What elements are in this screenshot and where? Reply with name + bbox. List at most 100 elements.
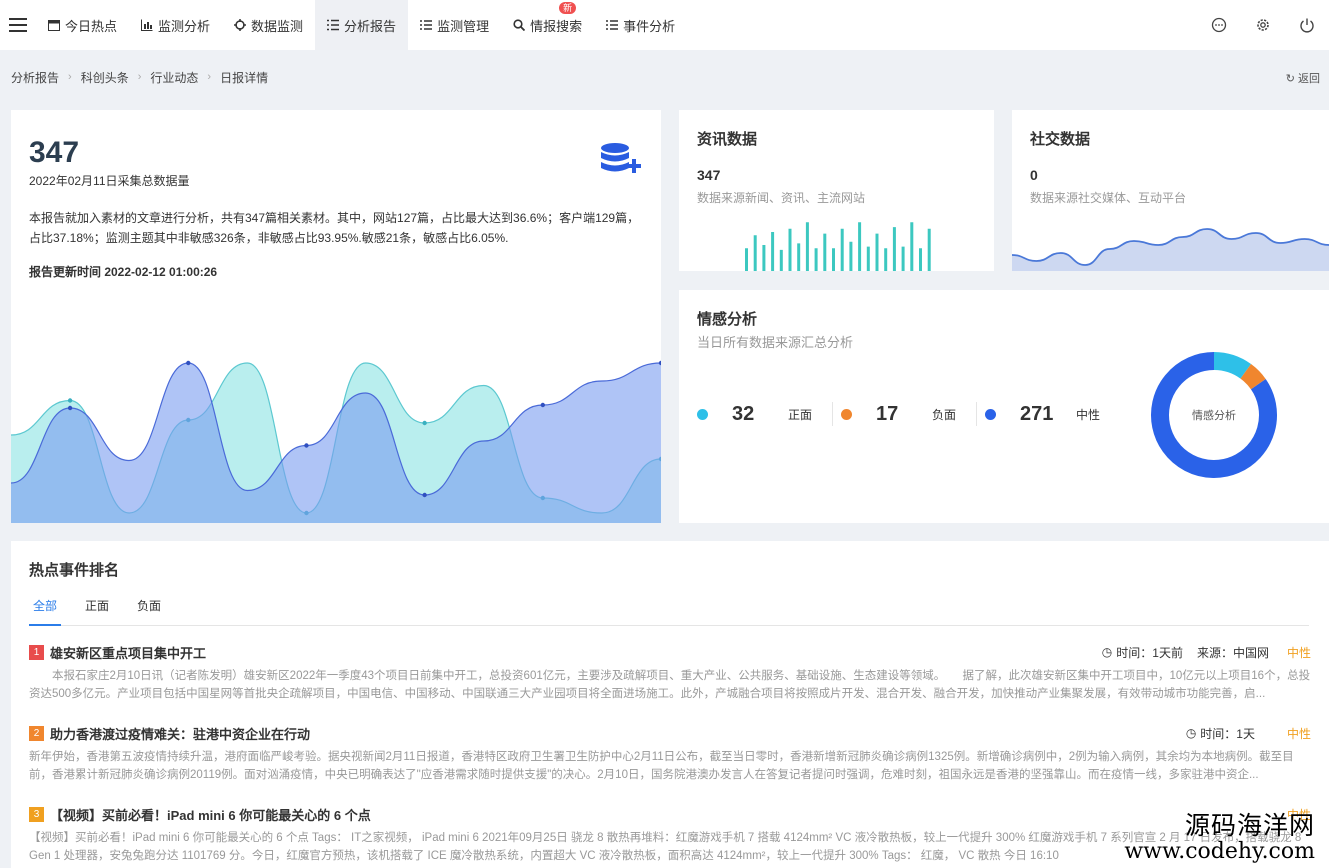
nav-label: 监测分析 — [158, 18, 211, 34]
watermark: 源码海洋网 www.codehy.com — [1124, 812, 1315, 864]
nav-item-monitor-manage[interactable]: 监测管理 — [408, 0, 501, 50]
emotion-subtitle: 当日所有数据来源汇总分析 — [697, 335, 854, 350]
hot-tabs: 全部 正面 负面 — [29, 597, 1309, 626]
news-count: 347 — [697, 167, 721, 183]
event-summary: 【视频】买前必看！iPad mini 6 你可能最关心的 6 个点 Tags： … — [29, 832, 1302, 862]
social-count: 0 — [1030, 167, 1038, 183]
emotion-legend: 32 正面 17 负面 271 中性 — [697, 402, 1120, 426]
bar — [814, 248, 818, 271]
nav-item-data-monitor[interactable]: 数据监测 — [222, 0, 315, 50]
rank-badge: 2 — [29, 725, 44, 741]
breadcrumb-item[interactable]: 科创头条 — [81, 69, 129, 86]
tab-positive[interactable]: 正面 — [81, 597, 113, 626]
nav-label: 今日热点 — [65, 18, 118, 34]
total-count: 347 — [29, 136, 80, 169]
bar — [771, 232, 775, 271]
chat-icon[interactable] — [1197, 17, 1241, 33]
overview-area-chart — [11, 360, 661, 523]
breadcrumb-item[interactable]: 分析报告 — [11, 69, 59, 86]
event-source: 来源：中国网 — [1196, 645, 1269, 660]
breadcrumb: 分析报告 › 科创头条 › 行业动态 › 日报详情 ↻ 返回 — [0, 60, 1329, 94]
breadcrumb-item[interactable]: 行业动态 — [150, 69, 198, 86]
data-point — [67, 405, 73, 411]
search-icon — [513, 19, 526, 31]
emotion-donut-chart: 情感分析 — [1151, 352, 1277, 478]
event-time: 时间：1天前 — [1116, 645, 1183, 660]
list-item: 1 雄安新区重点项目集中开工 ◷ 时间：1天前 来源：中国网 中性 本报石家庄2… — [29, 643, 1311, 703]
nav-label: 情报搜索 — [530, 18, 583, 34]
event-title[interactable]: 助力香港渡过疫情难关：驻港中资企业在行动 — [50, 724, 310, 743]
bar — [823, 233, 827, 271]
top-nav: 今日热点 监测分析 数据监测 分析报告 监测管理 情报搜索 新 事件分析 — [0, 0, 1329, 50]
event-title[interactable]: 雄安新区重点项目集中开工 — [50, 643, 206, 662]
menu-toggle-icon[interactable] — [0, 0, 36, 50]
refresh-icon: ↻ — [1285, 73, 1298, 85]
nav-item-today-hot[interactable]: 今日热点 — [36, 0, 129, 50]
rank-badge: 3 — [29, 806, 44, 822]
event-meta: ◷ 时间：1天前 来源：中国网 中性 — [1102, 643, 1311, 661]
watermark-url: www.codehy.com — [1124, 838, 1315, 864]
nav-label: 监测管理 — [437, 18, 490, 34]
social-area-chart — [1012, 228, 1329, 271]
donut-slice-正面 — [1213, 352, 1252, 379]
list-item: 3 【视频】买前必看！iPad mini 6 你可能最关心的 6 个点 中性 【… — [29, 805, 1311, 865]
list-item: 2 助力香港渡过疫情难关：驻港中资企业在行动 ◷ 时间：1天 中性 新年伊始，香… — [29, 724, 1311, 784]
social-area — [1012, 229, 1329, 271]
news-source-desc: 数据来源新闻、资讯、主流网站 — [697, 191, 866, 205]
data-point — [422, 420, 427, 426]
data-point — [422, 492, 427, 498]
nav-item-monitor-analysis[interactable]: 监测分析 — [129, 0, 222, 50]
clock-icon: ◷ — [1185, 726, 1197, 740]
divider — [976, 402, 978, 426]
event-title[interactable]: 【视频】买前必看！iPad mini 6 你可能最关心的 6 个点 — [50, 805, 371, 824]
donut-slice-负面 — [1240, 364, 1266, 390]
list-icon — [606, 19, 619, 31]
negative-count: 17 — [876, 402, 899, 425]
positive-count: 32 — [732, 402, 755, 425]
watermark-title: 源码海洋网 — [1184, 811, 1315, 840]
card-title: 社交数据 — [1030, 131, 1091, 148]
bar — [762, 245, 766, 271]
neutral-label: 中性 — [1076, 407, 1101, 422]
breadcrumb-item: 日报详情 — [220, 70, 269, 85]
list-check-icon — [327, 19, 340, 31]
chevron-right-icon: › — [207, 71, 212, 83]
bar — [779, 249, 783, 271]
data-point — [67, 398, 73, 403]
gear-icon[interactable] — [1241, 17, 1285, 33]
bar — [901, 246, 905, 271]
bar — [910, 222, 914, 271]
data-point — [540, 402, 546, 408]
area-series-2 — [11, 363, 661, 523]
data-point — [304, 443, 309, 448]
bar — [745, 248, 748, 271]
social-source-desc: 数据来源社交媒体、互动平台 — [1030, 191, 1187, 205]
bar — [892, 227, 896, 271]
news-data-card: 资讯数据 347 数据来源新闻、资讯、主流网站 — [679, 110, 994, 271]
nav-label: 数据监测 — [251, 18, 304, 34]
nav-label: 分析报告 — [344, 18, 397, 34]
nav-item-analysis-report[interactable]: 分析报告 — [315, 0, 409, 50]
event-meta: ◷ 时间：1天 中性 — [1186, 724, 1311, 742]
total-count-label: 2022年02月11日采集总数据量 — [29, 174, 190, 188]
tab-negative[interactable]: 负面 — [133, 597, 165, 626]
bar — [849, 241, 853, 271]
data-point — [186, 360, 191, 366]
nav-item-event-analysis[interactable]: 事件分析 — [594, 0, 687, 50]
news-bar-chart — [745, 222, 931, 271]
social-data-card: 社交数据 0 数据来源社交媒体、互动平台 — [1012, 110, 1329, 271]
nav-item-intel-search[interactable]: 情报搜索 新 — [501, 0, 594, 50]
bar — [788, 228, 792, 271]
rank-badge: 1 — [29, 644, 44, 660]
bar — [753, 235, 757, 271]
donut-center-label: 情感分析 — [1192, 408, 1236, 422]
crosshair-icon — [234, 19, 247, 31]
power-icon[interactable] — [1285, 17, 1329, 33]
back-button[interactable]: ↻ 返回 — [1286, 70, 1320, 86]
neutral-dot — [985, 408, 997, 420]
tab-all[interactable]: 全部 — [29, 597, 62, 626]
bar — [832, 248, 835, 271]
positive-dot — [697, 408, 708, 420]
event-summary: 新年伊始，香港第五波疫情持续升温，港府面临严峻考验。据央视新闻2月11日报道，香… — [29, 751, 1294, 781]
list-icon — [420, 19, 433, 31]
